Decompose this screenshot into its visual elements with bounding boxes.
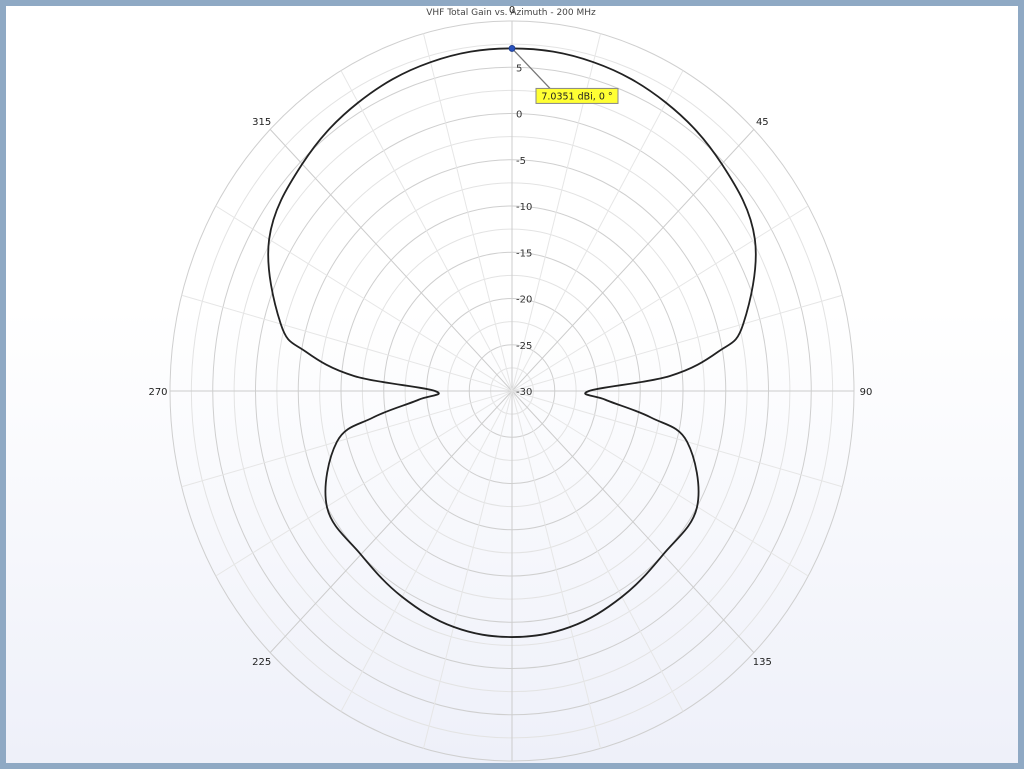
grid-spoke <box>181 390 513 488</box>
radial-tick-label: -25 <box>516 341 532 352</box>
grid-spoke <box>215 205 513 392</box>
radial-tick-label: -30 <box>516 387 532 398</box>
grid-spoke <box>511 390 755 653</box>
angle-spokes <box>170 21 854 761</box>
grid-spoke <box>340 70 513 392</box>
angle-label: 45 <box>756 117 769 128</box>
grid-spoke <box>422 33 513 392</box>
radial-tick-label: -15 <box>516 248 532 259</box>
radial-tick-label: 0 <box>516 110 522 121</box>
angle-label: 315 <box>252 117 271 128</box>
grid-spoke <box>511 294 843 392</box>
grid-spoke <box>181 294 513 392</box>
grid-spoke <box>422 390 513 749</box>
grid-spoke <box>511 205 809 392</box>
grid-spoke <box>511 390 684 712</box>
angle-label: 135 <box>753 657 772 668</box>
radial-tick-label: -10 <box>516 202 532 213</box>
grid-spoke <box>511 390 809 577</box>
angle-label: 270 <box>148 387 167 398</box>
chart-title: VHF Total Gain vs. Azimuth - 200 MHz <box>426 8 596 18</box>
radial-tick-label: -5 <box>516 156 526 167</box>
angle-label: 90 <box>860 387 873 398</box>
marker-point <box>508 45 516 52</box>
grid-spoke <box>511 390 843 488</box>
grid-spoke <box>511 70 684 392</box>
marker-callout-label: 7.0351 dBi, 0 ° <box>541 91 612 102</box>
radial-tick-label: 5 <box>516 63 522 74</box>
chart-frame: 50-5-10-15-20-25-30 04590135180225270315… <box>0 0 1024 769</box>
angle-label: 225 <box>252 657 271 668</box>
radial-tick-label: -20 <box>516 295 532 306</box>
grid-spoke <box>511 390 602 749</box>
grid-spoke <box>340 390 513 712</box>
grid-spoke <box>269 390 513 653</box>
polar-chart: 50-5-10-15-20-25-30 04590135180225270315… <box>148 6 873 762</box>
grid-spoke <box>215 390 513 577</box>
